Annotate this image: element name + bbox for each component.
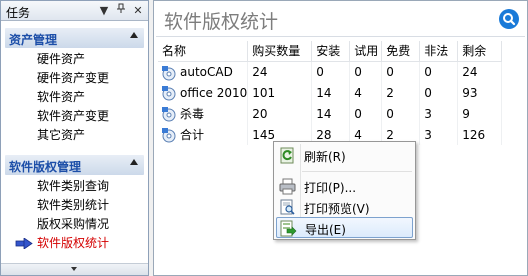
column-header-trial[interactable]: 试用 [349, 41, 383, 62]
cell-free: 0 [381, 61, 421, 82]
nav-item-software-category-query[interactable]: 软件类别查询 [37, 177, 148, 196]
menu-item-label: 导出(E) [305, 223, 346, 237]
nav-item-license-purchases[interactable]: 版权采购情况 [37, 215, 148, 234]
group-title: 资产管理 [9, 33, 58, 47]
cell-installed: 14 [311, 103, 351, 124]
chevron-up-icon[interactable] [130, 32, 138, 38]
software-disc-icon [162, 65, 176, 80]
printer-icon [279, 178, 296, 195]
group-header-asset-management[interactable]: 资产管理 [5, 28, 144, 48]
cell-illegal: 0 [419, 61, 459, 82]
cell-name: office 2010 [158, 82, 249, 103]
group-items-asset-management: 硬件资产 硬件资产变更 软件资产 软件资产变更 其它资产 [1, 50, 148, 145]
menu-item-label: 打印预览(V) [304, 202, 370, 216]
menu-item-export[interactable]: 导出(E) [276, 217, 413, 238]
pane-scroll-down-button[interactable] [1, 263, 148, 275]
nav-item-other-assets[interactable]: 其它资产 [37, 126, 148, 145]
cell-name: 合计 [158, 124, 249, 145]
context-menu: 刷新(R) 打印(P)... 打印预览(V) 导出(E) [273, 141, 416, 240]
software-disc-icon [162, 86, 176, 101]
cell-illegal: 3 [419, 124, 459, 145]
cell-name: 杀毒 [158, 103, 249, 124]
license-stats-table: 名称 购买数量 安装 试用 免费 非法 剩余 autoCAD 24 0 0 0 … [158, 41, 503, 145]
cell-name-text: 合计 [180, 128, 205, 142]
cell-trial: 0 [349, 61, 383, 82]
task-pane: 任务 ▼ ✕ 资产管理 硬件资产 硬件资产变更 软件资产 软件资产变更 其它资产… [0, 0, 149, 276]
chevron-down-icon [71, 267, 77, 271]
chevron-up-icon[interactable] [130, 159, 138, 165]
cell-remaining: 9 [457, 103, 503, 124]
nav-item-hardware-asset-changes[interactable]: 硬件资产变更 [37, 69, 148, 88]
menu-item-refresh[interactable]: 刷新(R) [276, 145, 413, 166]
search-button[interactable] [499, 9, 519, 29]
menu-item-label: 刷新(R) [304, 150, 346, 164]
page-title: 软件版权统计 [164, 11, 279, 33]
software-disc-icon [162, 107, 176, 122]
pin-icon [117, 3, 125, 13]
column-header-purchased[interactable]: 购买数量 [247, 41, 313, 62]
pane-pin-button[interactable] [114, 3, 128, 18]
cell-installed: 14 [311, 82, 351, 103]
column-header-name[interactable]: 名称 [158, 41, 249, 62]
column-header-remaining[interactable]: 剩余 [457, 41, 503, 62]
nav-item-label: 软件版权统计 [37, 236, 110, 250]
task-pane-title: 任务 [6, 6, 31, 20]
column-header-free[interactable]: 免费 [381, 41, 421, 62]
cell-free: 2 [381, 82, 421, 103]
group-header-license-management[interactable]: 软件版权管理 [5, 155, 144, 175]
refresh-icon [280, 147, 294, 164]
menu-separator [302, 171, 412, 172]
column-header-illegal[interactable]: 非法 [419, 41, 459, 62]
pane-menu-button[interactable]: ▼ [97, 3, 111, 18]
cell-name-text: office 2010 [180, 85, 248, 100]
task-pane-header: 任务 ▼ ✕ [1, 1, 148, 21]
divider [156, 36, 525, 37]
cell-trial: 0 [349, 103, 383, 124]
cell-installed: 0 [311, 61, 351, 82]
cell-purchased: 20 [247, 103, 313, 124]
nav-item-software-category-stats[interactable]: 软件类别统计 [37, 196, 148, 215]
search-icon [503, 13, 516, 26]
cell-illegal: 3 [419, 103, 459, 124]
table-row[interactable]: 杀毒 20 14 0 0 3 9 [158, 103, 503, 124]
table-row[interactable]: autoCAD 24 0 0 0 0 24 [158, 61, 503, 82]
cell-name: autoCAD [158, 61, 249, 82]
column-header-installed[interactable]: 安装 [311, 41, 351, 62]
group-items-license-management: 软件类别查询 软件类别统计 版权采购情况 软件版权统计 [1, 177, 148, 253]
cell-purchased: 101 [247, 82, 313, 103]
cell-remaining: 126 [457, 124, 503, 145]
menu-item-label: 打印(P)... [304, 181, 357, 195]
cell-remaining: 24 [457, 61, 503, 82]
nav-item-software-assets[interactable]: 软件资产 [37, 88, 148, 107]
cell-purchased: 24 [247, 61, 313, 82]
nav-item-license-statistics[interactable]: 软件版权统计 [15, 234, 148, 253]
nav-item-software-asset-changes[interactable]: 软件资产变更 [37, 107, 148, 126]
table-header-row: 名称 购买数量 安装 试用 免费 非法 剩余 [158, 41, 503, 62]
cell-name-text: autoCAD [180, 64, 233, 79]
menu-item-print-preview[interactable]: 打印预览(V) [276, 197, 413, 218]
cell-trial: 4 [349, 82, 383, 103]
cell-name-text: 杀毒 [180, 107, 205, 121]
software-disc-icon [162, 128, 176, 143]
nav-item-hardware-assets[interactable]: 硬件资产 [37, 50, 148, 69]
arrow-right-icon [15, 238, 33, 249]
table-row[interactable]: office 2010 101 14 4 2 0 93 [158, 82, 503, 103]
group-title: 软件版权管理 [9, 160, 82, 174]
export-icon [280, 220, 297, 237]
cell-remaining: 93 [457, 82, 503, 103]
pane-close-button[interactable]: ✕ [131, 3, 145, 18]
menu-item-print[interactable]: 打印(P)... [276, 176, 413, 197]
print-preview-icon [280, 199, 295, 215]
cell-illegal: 0 [419, 82, 459, 103]
cell-free: 0 [381, 103, 421, 124]
task-pane-body: 资产管理 硬件资产 硬件资产变更 软件资产 软件资产变更 其它资产 软件版权管理… [1, 22, 148, 262]
